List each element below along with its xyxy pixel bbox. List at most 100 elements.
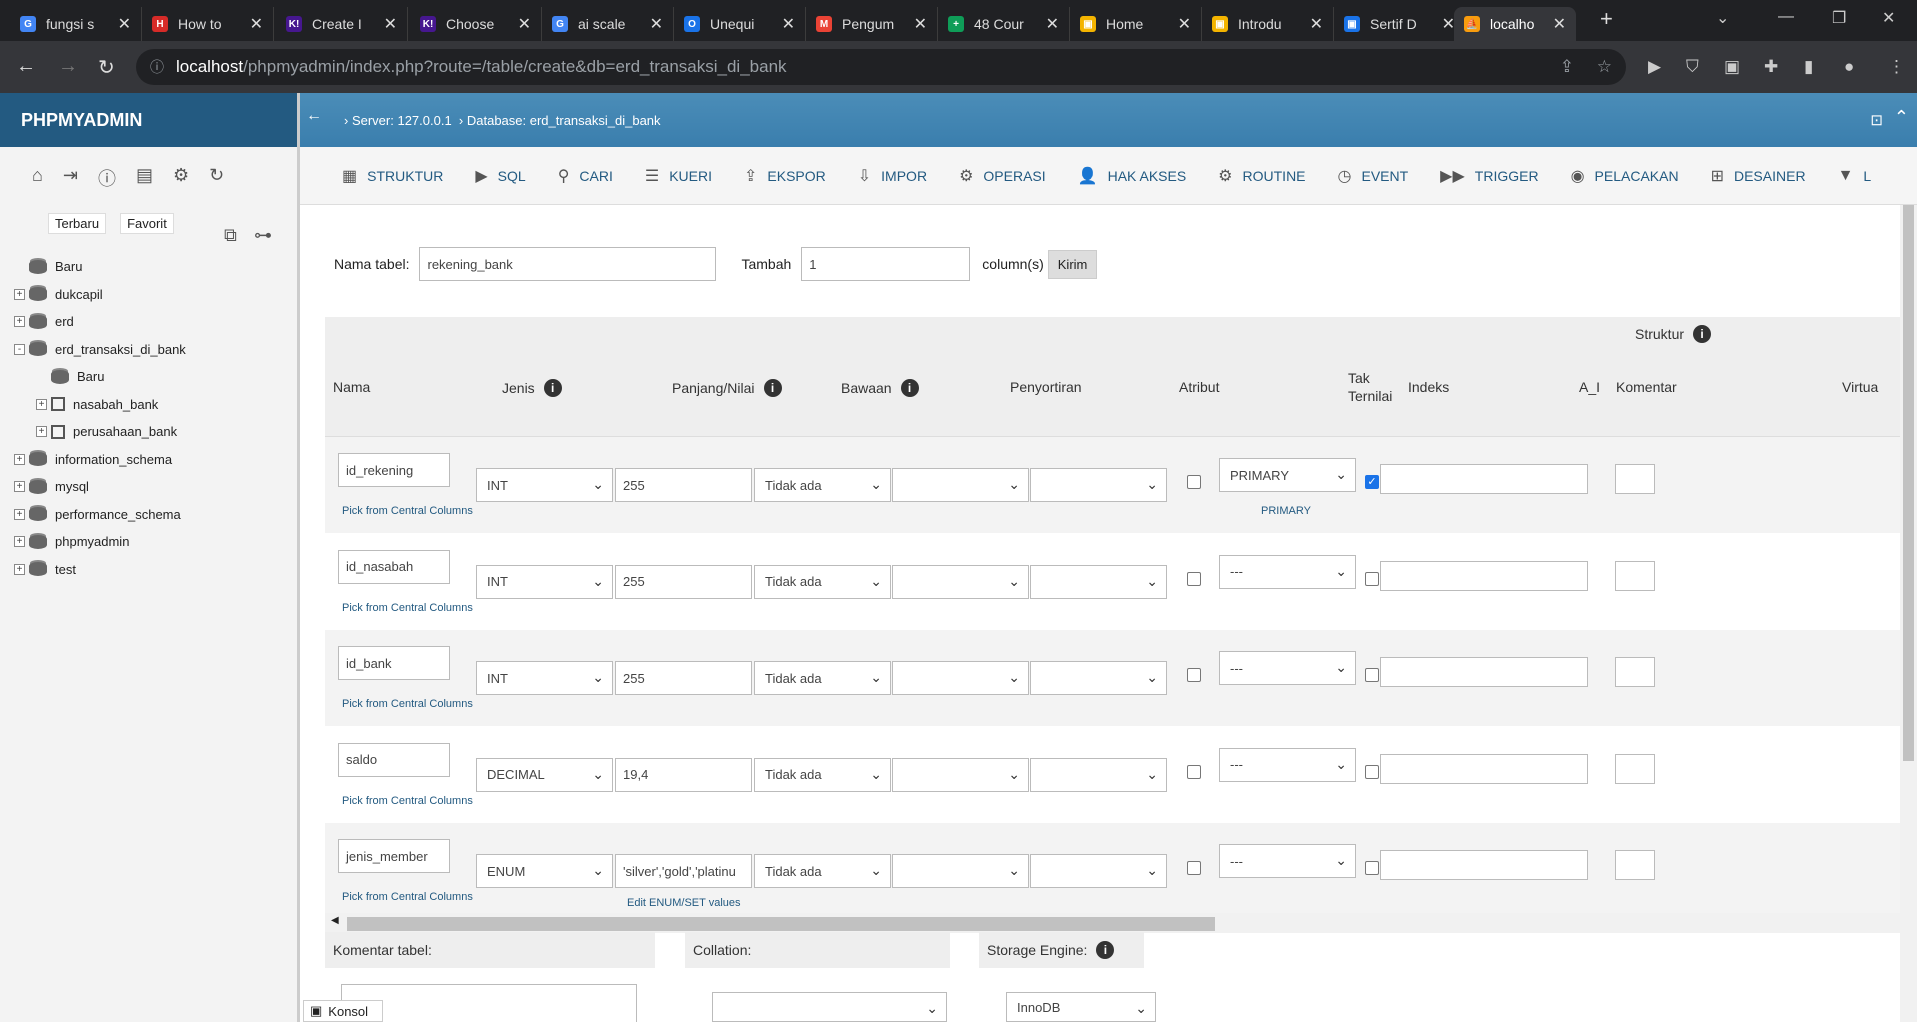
favorite-tab[interactable]: Favorit [120, 213, 174, 234]
expand-icon[interactable]: + [36, 426, 47, 438]
share-icon[interactable]: ⇪ [1560, 57, 1574, 77]
menu-item[interactable]: ⚙ ROUTINE [1218, 166, 1305, 186]
info-icon[interactable]: i [1096, 941, 1115, 959]
sidepanel-icon[interactable]: ▮ [1804, 57, 1813, 77]
column-comment-input[interactable] [1380, 657, 1588, 687]
tree-item[interactable]: + mysql [14, 473, 294, 501]
central-columns-link[interactable]: Pick from Central Columns [342, 505, 473, 517]
column-length-input[interactable]: 19,4 [615, 757, 752, 792]
back-icon[interactable]: ← [16, 55, 36, 78]
info-icon[interactable]: i [1693, 325, 1712, 343]
collapse-top-icon[interactable]: ⌃ [1894, 107, 1909, 128]
column-comment-input[interactable] [1380, 753, 1588, 784]
column-length-input[interactable]: 255 [615, 661, 752, 695]
column-default-select[interactable]: Tidak ada ⌄ [754, 854, 891, 888]
breadcrumb-database[interactable]: Database: erd_transaksi_di_bank [467, 113, 661, 128]
storage-engine-select[interactable]: InnoDB ⌄ [1006, 992, 1156, 1022]
collapse-panel-icon[interactable]: ← [306, 107, 322, 125]
info-icon[interactable]: ⓘ [98, 165, 116, 207]
tree-item[interactable]: + perusahaan_bank [14, 418, 294, 446]
null-checkbox[interactable] [1187, 861, 1201, 875]
expand-icon[interactable]: + [14, 508, 25, 520]
close-tab-icon[interactable]: ✕ [650, 14, 663, 34]
close-tab-icon[interactable]: ✕ [914, 14, 927, 34]
browser-tab[interactable]: M Pengum ✕ [806, 7, 938, 41]
extension-icon-1[interactable]: ▶ [1648, 57, 1661, 77]
expand-icon[interactable]: + [14, 316, 25, 328]
browser-tab[interactable]: Gfungsi s ✕ [10, 7, 142, 41]
close-tab-icon[interactable]: ✕ [1178, 14, 1191, 34]
tree-item[interactable]: + test [14, 556, 294, 584]
logout-icon[interactable]: ⇥ [63, 165, 78, 207]
column-name-input[interactable]: jenis_member [338, 839, 450, 873]
console-button[interactable]: ▣ Konsol [303, 1000, 383, 1022]
auto-increment-checkbox[interactable] [1365, 668, 1379, 682]
tree-item[interactable]: + dukcapil [14, 281, 294, 309]
browser-tab[interactable]: H How to ✕ [142, 7, 274, 41]
browser-tab[interactable]: K! Choose ✕ [410, 7, 542, 41]
link-icon[interactable]: ⊶ [254, 225, 272, 246]
close-tab-icon[interactable]: ✕ [1553, 14, 1566, 34]
column-default-select[interactable]: Tidak ada ⌄ [754, 757, 891, 792]
column-comment-input[interactable] [1380, 850, 1588, 880]
recent-tab[interactable]: Terbaru [48, 213, 107, 234]
scroll-left-icon[interactable]: ◀ [331, 915, 339, 926]
info-icon[interactable]: i [900, 379, 919, 397]
column-index-select[interactable]: --- ⌄ [1219, 747, 1356, 782]
logo[interactable]: PHPMYADMIN [0, 93, 297, 147]
column-index-select[interactable]: --- ⌄ [1219, 844, 1356, 878]
column-comment-input[interactable] [1380, 560, 1588, 591]
extension-shield-icon[interactable]: ⛉ [1686, 57, 1699, 77]
browser-tab[interactable]: O Unequi ✕ [674, 7, 806, 41]
column-attribute-select[interactable]: ⌄ [1030, 564, 1167, 599]
menu-item[interactable]: ▶▶ TRIGGER [1440, 166, 1538, 186]
submit-button[interactable]: Kirim [1047, 249, 1098, 279]
column-type-select[interactable]: ENUM ⌄ [476, 854, 613, 888]
home-icon[interactable]: ⌂ [32, 165, 43, 207]
url-bar[interactable]: ⓘ localhost /phpmyadmin/index.php?route=… [136, 49, 1626, 85]
column-comment-input[interactable] [1380, 464, 1588, 494]
column-attribute-select[interactable]: ⌄ [1030, 661, 1167, 695]
central-columns-link[interactable]: Pick from Central Columns [342, 698, 473, 710]
tree-item[interactable]: + nasabah_bank [14, 391, 294, 419]
column-collation-select[interactable]: ⌄ [892, 661, 1029, 695]
column-collation-select[interactable]: ⌄ [892, 468, 1029, 502]
browser-tab[interactable]: ▣ Introdu ✕ [1202, 7, 1334, 41]
tree-item[interactable]: + information_schema [14, 446, 294, 474]
menu-item[interactable]: ▼ L [1838, 167, 1872, 185]
virtuality-select[interactable] [1615, 464, 1655, 494]
avatar[interactable]: ● [1844, 57, 1854, 77]
auto-increment-checkbox[interactable] [1365, 764, 1379, 779]
null-checkbox[interactable] [1187, 571, 1201, 586]
tree-item[interactable]: + erd [14, 308, 294, 336]
tree-item[interactable]: Baru [14, 253, 294, 281]
virtuality-select[interactable] [1615, 560, 1655, 591]
forward-icon[interactable]: → [58, 55, 78, 78]
close-tab-icon[interactable]: ✕ [782, 14, 795, 34]
column-default-select[interactable]: Tidak ada ⌄ [754, 564, 891, 599]
column-attribute-select[interactable]: ⌄ [1030, 757, 1167, 792]
new-tab-button[interactable]: + [1600, 6, 1613, 32]
browser-tab[interactable]: ⛵ localho ✕ [1454, 7, 1576, 41]
expand-icon[interactable]: - [14, 343, 25, 355]
menu-item[interactable]: ☰ KUERI [645, 166, 712, 186]
null-checkbox[interactable] [1187, 764, 1201, 779]
virtuality-select[interactable] [1615, 850, 1655, 880]
central-columns-link[interactable]: Pick from Central Columns [342, 795, 473, 807]
scroll-thumb[interactable] [347, 917, 1215, 931]
column-attribute-select[interactable]: ⌄ [1030, 854, 1167, 888]
column-index-select[interactable]: --- ⌄ [1219, 651, 1356, 685]
add-columns-input[interactable]: 1 [801, 247, 971, 281]
column-name-input[interactable]: id_rekening [338, 453, 450, 487]
column-collation-select[interactable]: ⌄ [892, 854, 1029, 888]
column-default-select[interactable]: Tidak ada ⌄ [754, 661, 891, 695]
menu-item[interactable]: 👤 HAK AKSES [1078, 166, 1187, 186]
auto-increment-checkbox[interactable]: ✓ [1365, 475, 1379, 489]
info-icon[interactable]: i [763, 379, 782, 397]
menu-item[interactable]: ⇩ IMPOR [858, 166, 927, 186]
column-type-select[interactable]: DECIMAL ⌄ [476, 757, 613, 792]
null-checkbox[interactable] [1187, 668, 1201, 682]
browser-tab[interactable]: K! Create I ✕ [276, 7, 408, 41]
close-tab-icon[interactable]: ✕ [118, 14, 131, 34]
close-tab-icon[interactable]: ✕ [518, 14, 531, 34]
